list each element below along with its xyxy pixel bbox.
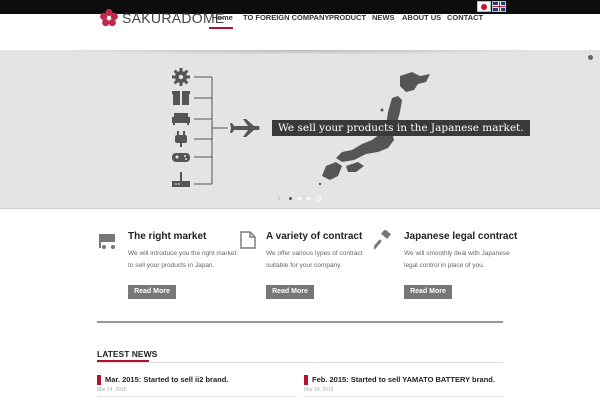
section-divider [97, 321, 503, 323]
read-more-button[interactable]: Read More [266, 285, 314, 299]
gamepad-icon [172, 153, 190, 162]
read-more-button[interactable]: Read More [404, 285, 452, 299]
feature-title: A variety of contract [266, 231, 363, 242]
news-item-title[interactable]: Feb. 2015: Started to sell YAMATO BATTER… [312, 375, 495, 384]
english-flag-icon[interactable] [492, 1, 506, 12]
nav-to-foreign-company[interactable]: TO FOREIGN COMPANY [243, 13, 329, 22]
nav-active-indicator [209, 27, 233, 29]
feature-title: The right market [128, 231, 207, 242]
japanese-flag-icon[interactable] [477, 1, 491, 12]
gift-icon [172, 91, 190, 105]
gavel-icon [374, 230, 391, 250]
hero-bottom-border [0, 208, 600, 209]
slider-dot[interactable] [588, 55, 593, 60]
product-icons-diagram [172, 68, 260, 187]
news-marker [97, 375, 101, 385]
news-item-rule [97, 396, 297, 397]
nav-about-us[interactable]: ABOUT US [402, 13, 441, 22]
nav-contact[interactable]: CONTACT [447, 13, 483, 22]
plug-icon [175, 131, 187, 147]
read-more-button[interactable]: Read More [128, 285, 176, 299]
sofa-icon [172, 113, 190, 125]
gear-icon [172, 68, 190, 86]
news-item-date: Mar 14, 2015 [97, 387, 127, 393]
slider-prev-arrow[interactable]: ‹ [278, 195, 280, 202]
news-item-title[interactable]: Mar. 2015: Started to sell ii2 brand. [105, 375, 228, 384]
cart-icon [99, 234, 115, 249]
nav-home[interactable]: Home [212, 13, 233, 22]
slider-dot-active[interactable] [289, 197, 292, 200]
feature-text: We will smoothly deal with Japanese lega… [404, 250, 510, 269]
feature-text: We offer various types of contract suita… [266, 250, 363, 269]
nav-product[interactable]: PRODUCT [329, 13, 366, 22]
news-item-date: Mar 14, 2015 [304, 387, 334, 393]
router-icon [172, 172, 190, 187]
slider-pause[interactable] [316, 196, 321, 201]
hero-caption: We sell your products in the Japanese ma… [272, 120, 530, 136]
news-item-rule [304, 396, 504, 397]
feature-text: We will introduce you the right market t… [128, 250, 237, 269]
slider-dot[interactable] [298, 197, 301, 200]
brand-name[interactable]: SAKURADOME [122, 10, 225, 26]
airplane-icon [230, 119, 260, 137]
top-bar [0, 0, 600, 14]
feature-title: Japanese legal contract [404, 231, 518, 242]
nav-news[interactable]: NEWS [372, 13, 395, 22]
header-shadow [60, 50, 540, 55]
slider-dot[interactable] [307, 197, 310, 200]
heading-rule [97, 362, 503, 363]
document-icon [240, 231, 256, 249]
news-marker [304, 375, 308, 385]
sakura-logo-icon[interactable] [99, 8, 119, 28]
latest-news-heading: LATEST NEWS [97, 349, 158, 359]
